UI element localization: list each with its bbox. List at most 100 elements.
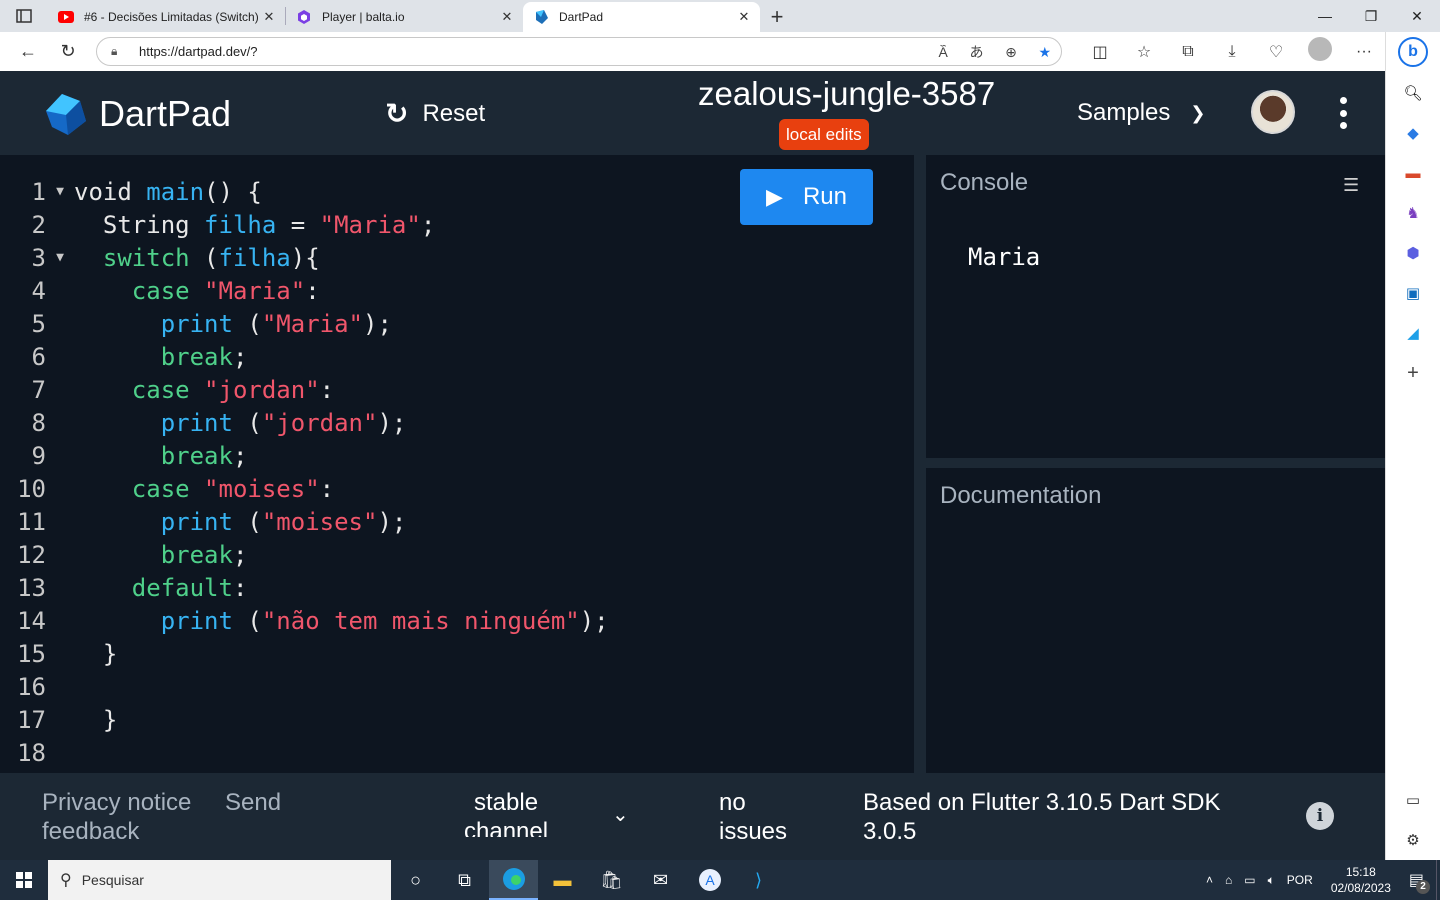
- code-line: 7 case "jordan":: [31, 375, 335, 404]
- panel-splitter-vertical[interactable]: [914, 155, 926, 773]
- pad-title[interactable]: zealous-jungle-3587: [698, 75, 995, 113]
- downloads-icon[interactable]: ⤓: [1210, 43, 1254, 61]
- drop-icon[interactable]: ◢: [1386, 313, 1440, 353]
- tab-title: Player | balta.io: [322, 10, 405, 24]
- meet-now-icon[interactable]: ⌂: [1225, 873, 1232, 887]
- clock-date: 02/08/2023: [1330, 881, 1391, 895]
- task-view-icon[interactable]: ⧉: [440, 860, 489, 900]
- start-button[interactable]: [0, 860, 48, 900]
- office-icon[interactable]: ⬢: [1386, 233, 1440, 273]
- tab-balta[interactable]: Player | balta.io ✕: [286, 2, 523, 32]
- show-desktop-button[interactable]: [1436, 860, 1440, 900]
- code-line: 16: [17, 672, 46, 701]
- file-explorer-icon[interactable]: ▬: [538, 860, 587, 900]
- sidebar-settings-icon[interactable]: ⚙: [1386, 820, 1440, 860]
- outlook-icon[interactable]: ▣: [1386, 273, 1440, 313]
- fold-arrow-icon[interactable]: ▼: [46, 184, 74, 199]
- notifications-icon[interactable]: ▤ 2: [1409, 870, 1430, 894]
- channel-label-line2[interactable]: channel: [464, 817, 548, 837]
- url-text[interactable]: https://dartpad.dev/?: [139, 44, 920, 59]
- language-indicator[interactable]: POR: [1287, 873, 1313, 887]
- code-line: 5 print ("Maria");: [31, 309, 392, 338]
- address-bar[interactable]: 🔒︎ https://dartpad.dev/? A᷈ あ ⊕ ★: [96, 37, 1062, 66]
- android-studio-icon[interactable]: A: [685, 860, 734, 900]
- shopping-icon[interactable]: ◆: [1386, 113, 1440, 153]
- collections-icon[interactable]: ⧉: [1166, 43, 1210, 61]
- code-line: 11 print ("moises");: [17, 507, 407, 536]
- fold-arrow-icon[interactable]: ▼: [46, 250, 74, 265]
- back-button[interactable]: ←: [8, 34, 48, 70]
- favorite-star-icon[interactable]: ★: [1038, 44, 1051, 60]
- games-icon[interactable]: ♞: [1386, 193, 1440, 233]
- search-placeholder: Pesquisar: [81, 872, 144, 888]
- window-controls: — ❐ ✕: [1302, 0, 1440, 32]
- bing-chat-icon[interactable]: b: [1398, 37, 1428, 67]
- profile-avatar[interactable]: [1298, 37, 1342, 66]
- edge-taskbar-icon[interactable]: [489, 860, 538, 900]
- favorites-icon[interactable]: ☆: [1122, 42, 1166, 62]
- lock-icon: 🔒︎: [111, 44, 118, 58]
- samples-label: Samples: [1077, 99, 1171, 126]
- close-icon[interactable]: ✕: [261, 9, 277, 25]
- run-button[interactable]: ▶ Run: [740, 169, 873, 225]
- tab-youtube[interactable]: #6 - Decisões Limitadas (Switch) ✕: [48, 2, 285, 32]
- close-window-button[interactable]: ✕: [1394, 0, 1440, 32]
- tab-dartpad[interactable]: DartPad ✕: [523, 2, 760, 32]
- edge-sidebar: b 🔍︎ ◆ ▬ ♞ ⬢ ▣ ◢ + ▭ ⚙: [1385, 32, 1440, 860]
- code-editor[interactable]: 1 ▼ void main() { 2 String filha = "Maria"…: [0, 155, 914, 773]
- close-icon[interactable]: ✕: [499, 9, 515, 25]
- new-tab-button[interactable]: +: [760, 2, 794, 32]
- minimize-button[interactable]: —: [1302, 0, 1348, 32]
- panel-splitter-horizontal[interactable]: [926, 458, 1385, 468]
- add-sidebar-icon[interactable]: +: [1386, 353, 1440, 393]
- privacy-notice-link[interactable]: Privacy notice: [42, 788, 191, 817]
- windows-logo-icon: [16, 872, 32, 888]
- tools-icon[interactable]: ▬: [1386, 153, 1440, 193]
- sidebar-layout-icon[interactable]: ▭: [1386, 780, 1440, 820]
- split-screen-icon[interactable]: ◫: [1078, 42, 1122, 62]
- user-avatar[interactable]: [1251, 90, 1295, 134]
- samples-dropdown[interactable]: Samples ❯: [1077, 99, 1205, 127]
- channel-chevron-down-icon[interactable]: ⌄: [612, 801, 629, 830]
- zoom-icon[interactable]: ⊕: [1005, 44, 1017, 60]
- translate-icon[interactable]: あ: [969, 44, 983, 60]
- tab-actions-button[interactable]: [0, 0, 48, 32]
- show-hidden-icons-icon[interactable]: ˄: [1206, 873, 1213, 887]
- read-aloud-icon[interactable]: A᷈: [938, 44, 947, 60]
- browser-tab-bar: #6 - Decisões Limitadas (Switch) ✕ Playe…: [0, 0, 1440, 32]
- volume-icon[interactable]: 🔈︎: [1268, 873, 1275, 888]
- performance-icon[interactable]: ♡: [1254, 42, 1298, 62]
- run-label: Run: [802, 183, 847, 210]
- code-line: 14 print ("não tem mais ninguém");: [17, 606, 609, 635]
- taskbar-search[interactable]: ⚲ Pesquisar: [48, 860, 391, 900]
- reset-button[interactable]: ↻ Reset: [385, 97, 485, 130]
- windows-taskbar: ⚲ Pesquisar ○ ⧉ ▬ 🛍︎ ✉ A ⟩ ˄ ⌂ ▭ 🔈︎ POR …: [0, 860, 1440, 900]
- local-edits-badge: local edits: [779, 119, 869, 150]
- clear-console-icon[interactable]: ☰: [1343, 175, 1365, 195]
- notification-count: 2: [1416, 880, 1430, 894]
- info-icon[interactable]: i: [1306, 802, 1334, 830]
- more-menu-icon[interactable]: ···: [1342, 43, 1386, 61]
- close-icon[interactable]: ✕: [736, 9, 752, 25]
- code-line: 15 }: [17, 639, 118, 668]
- mail-icon[interactable]: ✉: [636, 860, 685, 900]
- taskbar-clock[interactable]: 15:18 02/08/2023: [1331, 864, 1391, 896]
- network-icon[interactable]: ▭: [1244, 873, 1255, 887]
- chevron-down-icon: ❯: [1190, 102, 1206, 123]
- youtube-icon: [58, 9, 74, 25]
- search-icon[interactable]: 🔍︎: [1386, 73, 1440, 113]
- browser-toolbar: ◫ ☆ ⧉ ⤓ ♡ ···: [1078, 37, 1386, 66]
- more-options-button[interactable]: [1333, 97, 1353, 129]
- send-feedback-link[interactable]: Send: [225, 788, 281, 817]
- vscode-icon[interactable]: ⟩: [734, 860, 783, 900]
- restore-button[interactable]: ❐: [1348, 0, 1394, 32]
- cortana-icon[interactable]: ○: [391, 860, 440, 900]
- refresh-button[interactable]: ↻: [48, 34, 88, 70]
- app-brand: DartPad: [99, 93, 232, 134]
- feedback-link-text[interactable]: feedback: [42, 817, 139, 846]
- channel-label-line1[interactable]: stable: [474, 788, 538, 817]
- system-tray: ˄ ⌂ ▭ 🔈︎ POR 15:18 02/08/2023 ▤ 2: [1200, 860, 1440, 900]
- store-icon[interactable]: 🛍︎: [587, 860, 636, 900]
- reset-label: Reset: [422, 99, 486, 127]
- search-icon: ⚲: [60, 872, 72, 889]
